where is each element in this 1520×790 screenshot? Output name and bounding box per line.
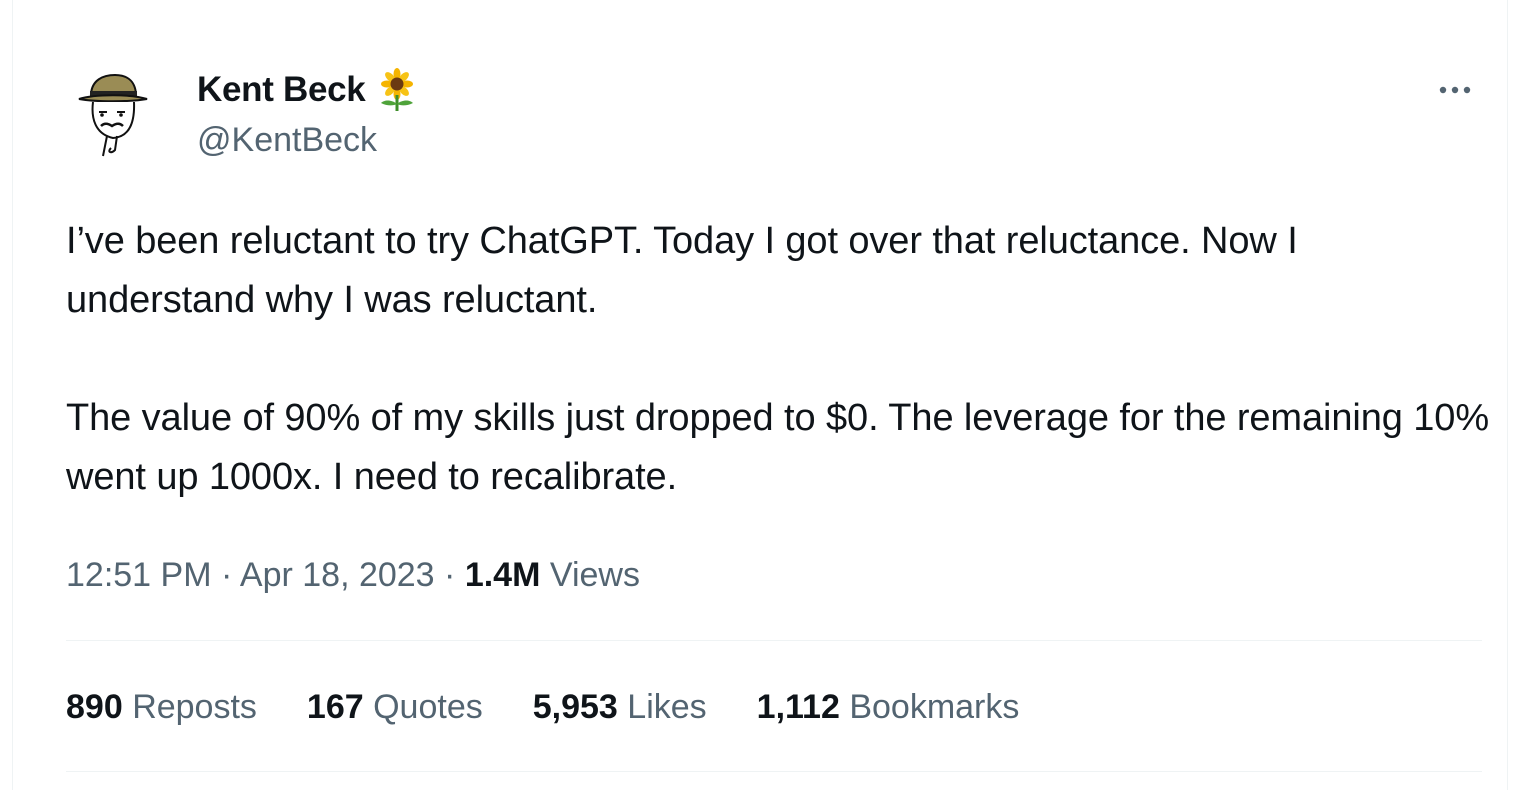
author-handle[interactable]: @KentBeck (197, 116, 377, 164)
stat-quotes[interactable]: 167 Quotes (307, 683, 483, 731)
stat-count: 5,953 (532, 688, 618, 726)
tweet-text: I’ve been reluctant to try ChatGPT. Toda… (66, 212, 1496, 507)
author-display-name[interactable]: Kent Beck (197, 70, 366, 110)
stat-count: 1,112 (756, 688, 840, 726)
stat-reposts[interactable]: 890 Reposts (66, 683, 257, 731)
tweet-time[interactable]: 12:51 PM (66, 556, 212, 594)
stat-count: 890 (66, 688, 123, 726)
stat-label: Quotes (373, 688, 483, 726)
stat-label: Reposts (132, 688, 257, 726)
tweet-date[interactable]: Apr 18, 2023 (240, 556, 435, 594)
meta-separator: · (444, 556, 456, 594)
tweet-paragraph: I’ve been reluctant to try ChatGPT. Toda… (66, 220, 1298, 321)
more-options-button[interactable] (1431, 70, 1479, 110)
stat-count: 167 (306, 688, 364, 726)
stat-likes[interactable]: 5,953 Likes (533, 683, 707, 731)
sunflower-icon (381, 68, 414, 111)
views-count: 1.4M (464, 556, 541, 594)
author-name-row: Kent Beck (197, 66, 419, 114)
views-label: Views (549, 556, 640, 594)
author-avatar[interactable] (65, 64, 161, 160)
stat-bookmarks[interactable]: 1,112 Bookmarks (757, 683, 1020, 731)
engagement-stats: 890 Reposts 167 Quotes 5,953 Likes 1,112… (66, 683, 1019, 731)
divider (66, 771, 1482, 772)
stat-label: Likes (627, 688, 707, 726)
meta-separator: · (220, 556, 233, 594)
tweet-card: Kent Beck @KentBeck I’ve been reluctant … (12, 0, 1508, 790)
more-options-icon (1439, 86, 1471, 94)
divider (66, 640, 1482, 641)
tweet-paragraph: The value of 90% of my skills just dropp… (66, 397, 1490, 498)
hat-avatar-icon (78, 73, 148, 157)
tweet-meta: 12:51 PM · Apr 18, 2023 · 1.4M Views (66, 551, 640, 599)
stat-label: Bookmarks (849, 688, 1020, 726)
